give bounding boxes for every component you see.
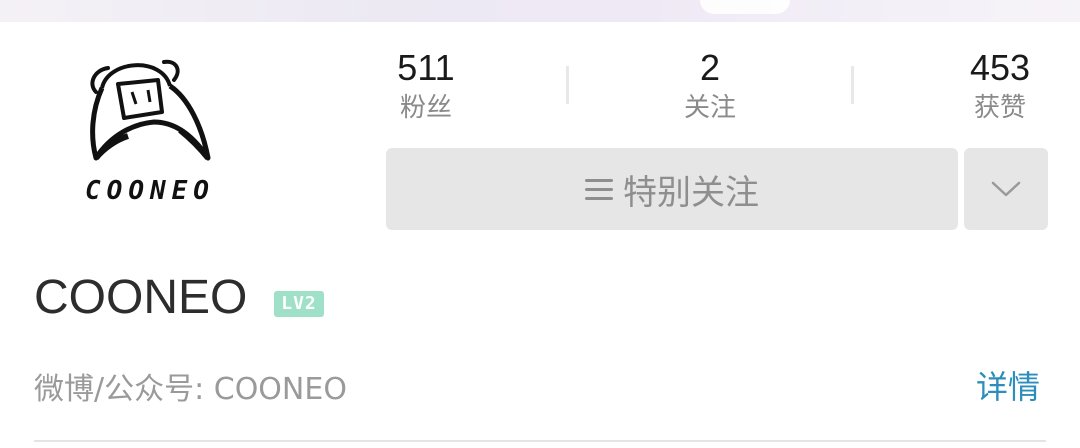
level-badge: LV2 xyxy=(274,291,324,317)
special-follow-label: 特别关注 xyxy=(623,172,759,213)
likes-count: 453 xyxy=(969,47,1031,88)
profile-name: COONEO xyxy=(34,271,248,324)
chevron-down-icon xyxy=(991,181,1021,197)
likes-label: 获赞 xyxy=(973,93,1026,123)
stat-following[interactable]: 2 关注 xyxy=(620,48,800,126)
stat-divider xyxy=(566,66,569,104)
profile-bio: 微博/公众号: COONEO xyxy=(34,372,347,407)
details-link[interactable]: 详情 xyxy=(976,362,1040,408)
profile-banner xyxy=(0,0,1080,22)
banner-highlight xyxy=(700,0,790,14)
special-follow-button[interactable]: 特别关注 xyxy=(386,148,958,230)
cooneo-logo-icon xyxy=(90,59,211,161)
more-options-button[interactable] xyxy=(964,148,1048,230)
stat-likes[interactable]: 453 获赞 xyxy=(910,48,1080,126)
following-label: 关注 xyxy=(683,93,736,123)
following-count: 2 xyxy=(699,47,721,88)
fans-count: 511 xyxy=(397,47,455,88)
stat-divider xyxy=(851,66,854,104)
section-divider xyxy=(34,440,1046,442)
avatar[interactable]: COONEO xyxy=(50,40,250,220)
fans-label: 粉丝 xyxy=(399,93,452,123)
menu-lines-icon xyxy=(585,173,613,206)
avatar-logo-text: COONEO xyxy=(85,176,215,206)
stat-fans[interactable]: 511 粉丝 xyxy=(336,48,516,126)
